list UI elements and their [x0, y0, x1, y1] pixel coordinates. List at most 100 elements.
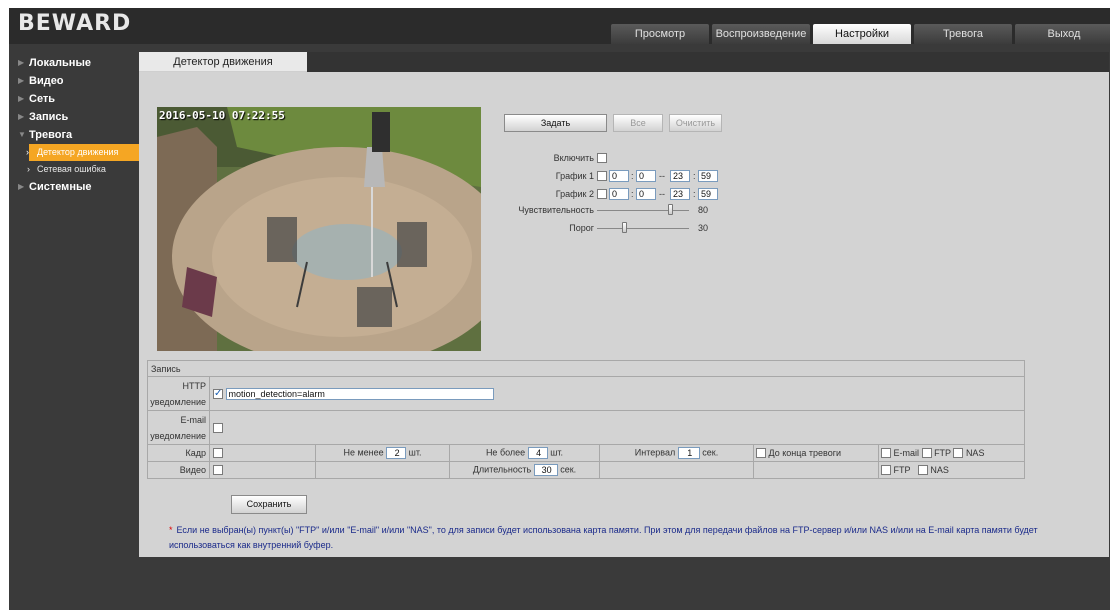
note-asterisk: *	[169, 525, 173, 535]
enable-checkbox[interactable]	[597, 153, 607, 163]
top-bar: BEWARD Просмотр Воспроизведение Настройк…	[9, 8, 1110, 44]
email-notification-checkbox[interactable]	[213, 422, 223, 433]
threshold-slider-track[interactable]	[597, 228, 689, 229]
tab-settings[interactable]: Настройки	[813, 24, 911, 44]
threshold-label: Порог	[569, 223, 594, 233]
sidebar-item-local[interactable]: ▶ Локальные	[9, 54, 139, 72]
sidebar-subitem-label: Детектор движения	[37, 147, 119, 157]
content-tab-strip	[307, 52, 1109, 72]
sensitivity-slider-track[interactable]	[597, 210, 689, 211]
schedule1-start-hour[interactable]: 0	[609, 170, 629, 182]
interval-cell: Интервал 1 сек.	[599, 444, 754, 462]
until-alarm-end-cell: До конца тревоги	[753, 444, 879, 462]
duration-input[interactable]: 30	[533, 464, 558, 476]
app-frame: BEWARD Просмотр Воспроизведение Настройк…	[9, 8, 1110, 610]
sidebar: ▶ Локальные ▶ Видео ▶ Сеть ▶ Запись ▼ Тревога…	[9, 54, 139, 196]
tab-alarm[interactable]: Тревога	[914, 24, 1012, 44]
tab-exit[interactable]: Выход	[1015, 24, 1110, 44]
set-button[interactable]: Задать	[504, 114, 607, 132]
all-button[interactable]: Все	[613, 114, 663, 132]
sidebar-item-label: Системные	[29, 181, 92, 193]
video-label: Видео	[147, 461, 210, 479]
http-notification-cell: ✓ motion_detection=alarm	[208, 376, 1026, 411]
frame-destinations-cell: E-mail FTP NAS	[877, 444, 1026, 462]
sidebar-item-label: Тревога	[29, 129, 73, 141]
triangle-right-icon: ▶	[18, 58, 25, 67]
threshold-slider-handle[interactable]	[621, 222, 627, 233]
schedule1-checkbox[interactable]	[597, 171, 607, 181]
content-panel: Детектор движения 2016-05-10 07:22:55 За…	[139, 52, 1109, 557]
sensitivity-label: Чувствительность	[518, 205, 594, 215]
enable-label: Включить	[553, 153, 594, 163]
camera-video-preview[interactable]: 2016-05-10 07:22:55	[157, 107, 481, 351]
schedule2-end-minute[interactable]: 59	[698, 188, 718, 200]
sidebar-item-video[interactable]: ▶ Видео	[9, 72, 139, 90]
triangle-right-icon: ▶	[18, 182, 25, 191]
schedule1-label: График 1	[555, 171, 594, 181]
max-frames-cell: Не более 4 шт.	[449, 444, 600, 462]
record-section-header: Запись	[146, 360, 1026, 377]
schedule2-start-hour[interactable]: 0	[609, 188, 629, 200]
schedule1-end-minute[interactable]: 59	[698, 170, 718, 182]
tab-playback[interactable]: Воспроизведение	[712, 24, 810, 44]
video-cell	[209, 461, 316, 479]
video-nas-checkbox[interactable]	[917, 465, 928, 476]
chevron-right-icon: ›	[27, 164, 30, 174]
triangle-right-icon: ▶	[18, 94, 25, 103]
min-frames-input[interactable]: 2	[386, 447, 407, 459]
main-tabs: Просмотр Воспроизведение Настройки Трево…	[611, 24, 1110, 44]
frame-cell	[209, 444, 316, 462]
triangle-right-icon: ▶	[18, 76, 25, 85]
beward-logo: BEWARD	[18, 11, 132, 36]
sidebar-item-label: Локальные	[29, 57, 91, 69]
frame-nas-checkbox[interactable]	[953, 448, 964, 459]
schedule2-checkbox[interactable]	[597, 189, 607, 199]
threshold-value: 30	[698, 223, 709, 233]
sidebar-subitem-motion-detector[interactable]: › Детектор движения	[26, 144, 139, 161]
record-settings-table: Запись HTTP уведомление ✓ motion_detectio…	[146, 360, 1026, 479]
frame-ftp-checkbox[interactable]	[921, 448, 932, 459]
schedule2-end-hour[interactable]: 23	[670, 188, 690, 200]
http-notification-input[interactable]: motion_detection=alarm	[225, 387, 494, 400]
sidebar-subitem-label: Сетевая ошибка	[37, 164, 106, 174]
sensitivity-value: 80	[698, 205, 709, 215]
chevron-right-icon: ›	[26, 147, 29, 157]
duration-cell: Длительность 30 сек.	[449, 461, 600, 479]
frame-label: Кадр	[147, 444, 210, 462]
schedule1-end-hour[interactable]: 23	[670, 170, 690, 182]
frame-checkbox[interactable]	[213, 448, 223, 459]
sidebar-item-record[interactable]: ▶ Запись	[9, 108, 139, 126]
http-notification-checkbox[interactable]: ✓	[213, 388, 223, 399]
schedule2-start-minute[interactable]: 0	[636, 188, 656, 200]
sidebar-item-label: Запись	[29, 111, 69, 123]
triangle-right-icon: ▶	[18, 112, 25, 121]
sidebar-item-alarm[interactable]: ▼ Тревога	[9, 126, 139, 144]
save-button[interactable]: Сохранить	[231, 495, 307, 514]
min-frames-cell: Не менее 2 шт.	[315, 444, 450, 462]
video-ftp-checkbox[interactable]	[881, 465, 891, 476]
until-alarm-end-checkbox[interactable]	[756, 448, 766, 459]
email-notification-label: E-mail уведомление	[147, 410, 210, 445]
interval-input[interactable]: 1	[677, 447, 700, 459]
video-checkbox[interactable]	[213, 465, 223, 476]
sidebar-item-label: Видео	[29, 75, 64, 87]
email-notification-cell	[208, 410, 1026, 445]
video-frame-image	[157, 107, 481, 351]
frame-email-checkbox[interactable]	[881, 448, 891, 459]
http-notification-label: HTTP уведомление	[147, 376, 210, 411]
sidebar-item-label: Сеть	[29, 93, 56, 105]
sidebar-subitem-network-error[interactable]: › Сетевая ошибка	[9, 161, 139, 178]
sidebar-item-network[interactable]: ▶ Сеть	[9, 90, 139, 108]
max-frames-input[interactable]: 4	[527, 447, 548, 459]
video-timestamp-osd: 2016-05-10 07:22:55	[159, 109, 285, 122]
clear-button[interactable]: Очистить	[669, 114, 722, 132]
storage-note: * Если не выбран(ы) пункт(ы) "FTP" и/или …	[169, 523, 1099, 553]
triangle-down-icon: ▼	[18, 130, 26, 139]
tab-view[interactable]: Просмотр	[611, 24, 709, 44]
tab-motion-detector[interactable]: Детектор движения	[139, 52, 307, 72]
note-text: Если не выбран(ы) пункт(ы) "FTP" и/или "…	[169, 525, 1038, 550]
schedule1-start-minute[interactable]: 0	[636, 170, 656, 182]
video-destinations-cell: FTP NAS	[877, 461, 1026, 479]
sensitivity-slider-handle[interactable]	[667, 204, 673, 215]
sidebar-item-system[interactable]: ▶ Системные	[9, 178, 139, 196]
